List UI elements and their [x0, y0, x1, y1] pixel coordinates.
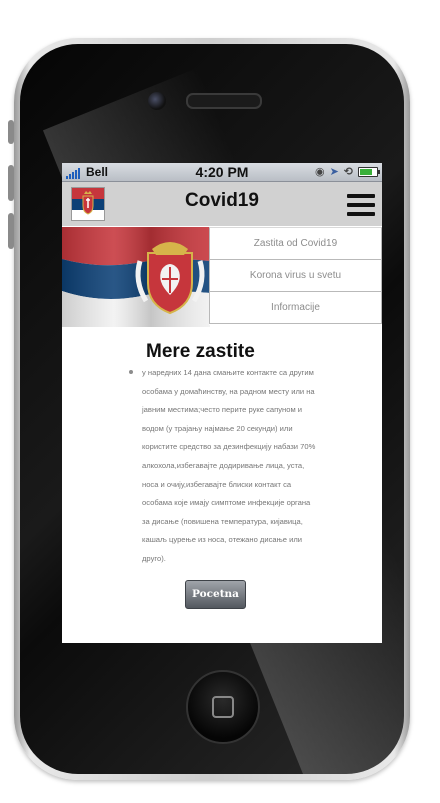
text-line: носа и очију,избегавајте блиски контакт … [142, 479, 292, 489]
menu-item-zastita[interactable]: Zastita od Covid19 [209, 227, 382, 260]
volume-down-button [8, 213, 14, 249]
pocetna-button[interactable]: Pocetna [185, 580, 246, 609]
text-line: кашаљ цурење из носа, отежано дисање или [142, 535, 303, 545]
menu-item-informacije[interactable]: Informacije [209, 292, 382, 324]
serbia-waving-flag-image [62, 227, 210, 327]
section-title: Mere zastite [146, 341, 255, 362]
text-line: водом (у трајању најмање 20 секунди) или [142, 423, 293, 433]
home-square-icon [212, 696, 234, 718]
phone-home-button[interactable] [186, 670, 260, 744]
earpiece-speaker [186, 93, 262, 109]
hamburger-menu-icon[interactable] [347, 194, 375, 218]
hero-banner: Zastita od Covid19 Korona virus u svetu … [62, 227, 382, 327]
text-line: алкохола,избегавајте додиривање лица, ус… [142, 460, 305, 470]
text-line: особама у домаћинству, на радном месту и… [142, 386, 315, 396]
battery-icon [358, 166, 380, 177]
status-bar: Bell 4:20 PM ◉ ➤ ⟲ [62, 163, 382, 182]
text-line: за дисање (повишена температура, кијавиц… [142, 516, 303, 526]
location-arrow-icon: ➤ [329, 166, 339, 178]
rotation-lock-icon: ⟲ [343, 166, 353, 178]
protection-measures-text: у наредних 14 дана смањите контакте са д… [142, 364, 327, 569]
menu-item-korona-svet[interactable]: Korona virus u svetu [209, 260, 382, 292]
mute-switch [8, 120, 14, 144]
volume-up-button [8, 165, 14, 201]
text-line: у наредних 14 дана смањите контакте са д… [142, 368, 314, 377]
side-menu: Zastita od Covid19 Korona virus u svetu … [209, 227, 382, 325]
navigation-bar: Covid19 [62, 182, 382, 226]
app-title: Covid19 [185, 190, 259, 211]
text-line: користите средство за дезинфекцију набаз… [142, 442, 316, 452]
phone-screen: Bell 4:20 PM ◉ ➤ ⟲ Covid19 Zastita od Co… [62, 163, 382, 643]
front-camera [148, 92, 166, 110]
list-bullet [129, 370, 133, 374]
alarm-icon: ◉ [314, 166, 325, 178]
text-line: особама које имају симптоме инфекције ор… [142, 498, 311, 508]
text-line: друго). [142, 553, 166, 563]
status-icons: ◉ ➤ ⟲ [314, 165, 380, 178]
text-line: јавним местима;често перите руке сапуном… [142, 405, 303, 415]
